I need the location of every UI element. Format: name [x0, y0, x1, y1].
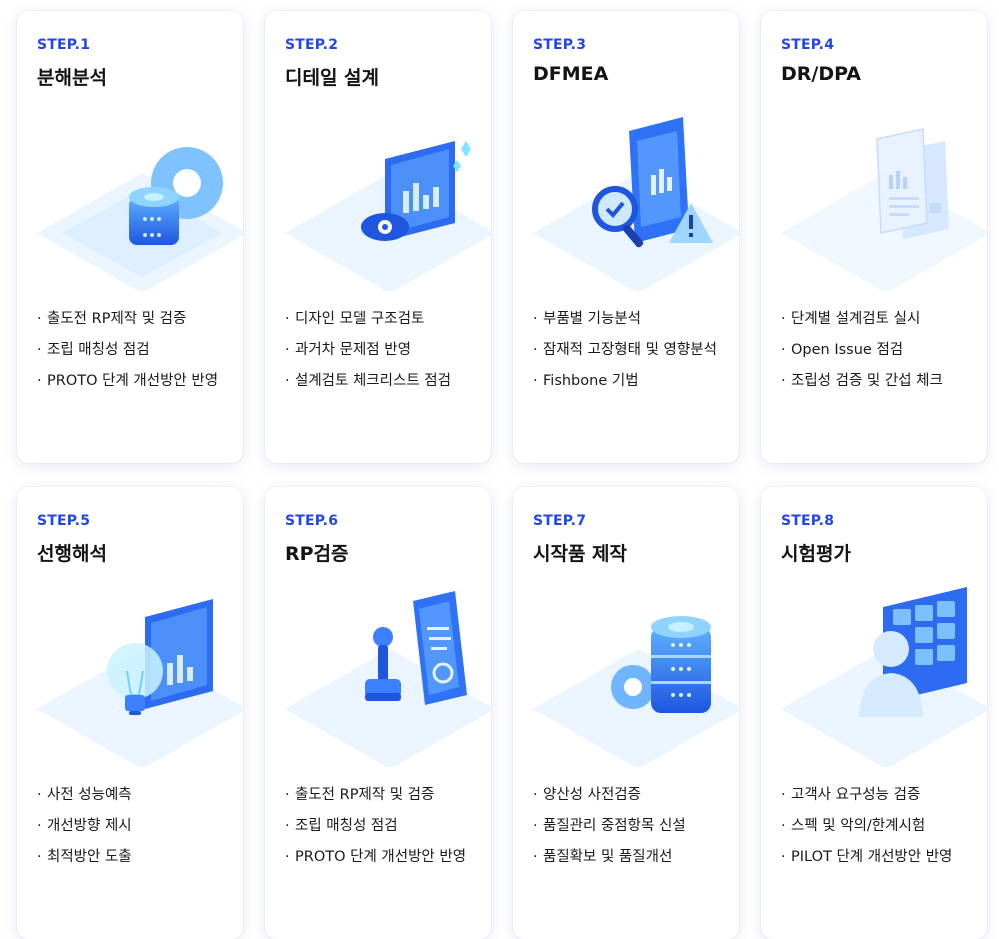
list-item: Fishbone 기법	[533, 371, 733, 392]
list-item: 최적방안 도출	[37, 847, 237, 868]
step-number: STEP.4	[781, 37, 835, 53]
step-title: DR/DPA	[781, 63, 861, 85]
list-item: 출도전 RP제작 및 검증	[285, 785, 485, 806]
step-items: 출도전 RP제작 및 검증 조립 매칭성 점검 PROTO 단계 개선방안 반영	[285, 785, 485, 878]
list-item: 잠재적 고장형태 및 영향분석	[533, 340, 733, 361]
list-item: 단계별 설계검토 실시	[781, 309, 981, 330]
step-items: 디자인 모델 구조검토 과거차 문제점 반영 설계검토 체크리스트 점검	[285, 309, 485, 402]
step-card-3: STEP.3 DFMEA 부품별 기능분석 잠재적 고장형태 및 영향분석 Fi…	[513, 11, 739, 463]
list-item: 출도전 RP제작 및 검증	[37, 309, 237, 330]
step-items: 부품별 기능분석 잠재적 고장형태 및 영향분석 Fishbone 기법	[533, 309, 733, 402]
step-title: 시작품 제작	[533, 543, 628, 565]
step-card-6: STEP.6 RP검증 출도전 RP제작 및 검증 조립 매칭성 점검 PROT…	[265, 487, 491, 939]
list-item: 양산성 사전검증	[533, 785, 733, 806]
list-item: 조립 매칭성 점검	[285, 816, 485, 837]
stamp-document-icon	[285, 591, 491, 767]
list-item: 디자인 모델 구조검토	[285, 309, 485, 330]
step-card-7: STEP.7 시작품 제작 양산성 사전검증 품질관리 중점항목 신설 품질확보…	[513, 487, 739, 939]
step-card-5: STEP.5 선행해석 사전 성능예측 개선방향 제시 최적방안 도출	[17, 487, 243, 939]
database-gear-icon	[533, 616, 739, 767]
list-item: 조립 매칭성 점검	[37, 340, 237, 361]
step-items: 사전 성능예측 개선방향 제시 최적방안 도출	[37, 785, 237, 878]
chart-eye-icon	[285, 141, 491, 291]
list-item: 사전 성능예측	[37, 785, 237, 806]
list-item: 과거차 문제점 반영	[285, 340, 485, 361]
step-items: 단계별 설계검토 실시 Open Issue 점검 조립성 검증 및 간섭 체크	[781, 309, 981, 402]
step-title: DFMEA	[533, 63, 609, 85]
step-number: STEP.3	[533, 37, 587, 53]
step-title: 분해분석	[37, 67, 107, 89]
user-dashboard-icon	[781, 587, 987, 767]
step-card-4: STEP.4 DR/DPA 단계별 설계검토 실시 Open Issue 점검 …	[761, 11, 987, 463]
step-card-8: STEP.8 시험평가 고객사 요구성능 검증 스펙 및 악의/한계시험 PIL…	[761, 487, 987, 939]
list-item: 설계검토 체크리스트 점검	[285, 371, 485, 392]
database-gear-icon	[37, 147, 243, 291]
step-items: 고객사 요구성능 검증 스펙 및 악의/한계시험 PILOT 단계 개선방안 반…	[781, 785, 981, 878]
step-items: 출도전 RP제작 및 검증 조립 매칭성 점검 PROTO 단계 개선방안 반영	[37, 309, 237, 402]
list-item: PILOT 단계 개선방안 반영	[781, 847, 981, 868]
step-title: 시험평가	[781, 543, 851, 565]
document-search-warning-icon	[533, 117, 739, 291]
list-item: 부품별 기능분석	[533, 309, 733, 330]
step-number: STEP.7	[533, 513, 587, 529]
list-item: 조립성 검증 및 간섭 체크	[781, 371, 981, 392]
list-item: 스펙 및 악의/한계시험	[781, 816, 981, 837]
step-number: STEP.2	[285, 37, 339, 53]
list-item: 고객사 요구성능 검증	[781, 785, 981, 806]
step-card-2: STEP.2 디테일 설계 디자인 모델 구조검토 과거차 문제점 반영 설계검…	[265, 11, 491, 463]
step-items: 양산성 사전검증 품질관리 중점항목 신설 품질확보 및 품질개선	[533, 785, 733, 878]
step-title: 디테일 설계	[285, 67, 380, 89]
step-number: STEP.8	[781, 513, 835, 529]
lightbulb-chart-icon	[37, 599, 243, 767]
step-number: STEP.5	[37, 513, 91, 529]
step-title: 선행해석	[37, 543, 107, 565]
list-item: 품질확보 및 품질개선	[533, 847, 733, 868]
list-item: Open Issue 점검	[781, 340, 981, 361]
documents-icon	[781, 128, 987, 291]
step-number: STEP.6	[285, 513, 339, 529]
step-card-1: STEP.1 분해분석 출도전 RP제작 및 검증 조립 매칭성 점검 PROT…	[17, 11, 243, 463]
list-item: 개선방향 제시	[37, 816, 237, 837]
step-title: RP검증	[285, 543, 349, 565]
list-item: PROTO 단계 개선방안 반영	[285, 847, 485, 868]
process-steps-grid: STEP.1 분해분석 출도전 RP제작 및 검증 조립 매칭성 점검 PROT…	[0, 0, 999, 939]
step-number: STEP.1	[37, 37, 91, 53]
list-item: 품질관리 중점항목 신설	[533, 816, 733, 837]
list-item: PROTO 단계 개선방안 반영	[37, 371, 237, 392]
